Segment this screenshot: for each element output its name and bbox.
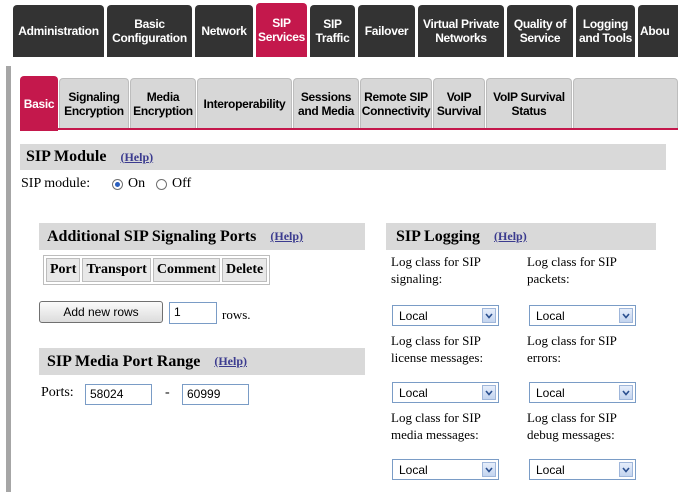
chevron-down-icon <box>619 308 633 323</box>
subtab-remote-sip-connectivity[interactable]: Remote SIP Connectivity <box>360 78 432 128</box>
nav-tab-label: Quality of Service <box>513 17 567 45</box>
subtab-media-encryption[interactable]: Media Encryption <box>130 78 196 128</box>
errors-log-class-select[interactable]: Local <box>529 382 636 403</box>
nav-tab-label: Logging and Tools <box>578 17 633 45</box>
table-header-row: Port Transport Comment Delete <box>46 258 268 282</box>
debug-log-class-label: Log class for SIP debug messages: <box>527 410 617 442</box>
nav-tab-label: Virtual Private Networks <box>423 17 499 45</box>
sip-module-help-link[interactable]: (Help) <box>120 150 153 165</box>
signaling-log-class-select[interactable]: Local <box>392 305 499 326</box>
subnav-filler <box>573 78 678 128</box>
packets-log-class-select[interactable]: Local <box>529 305 636 326</box>
nav-tab-label: SIP Services <box>258 16 305 44</box>
chevron-down-icon <box>482 308 496 323</box>
nav-tab-basic-configuration[interactable]: Basic Configuration <box>107 5 192 57</box>
select-value: Local <box>536 309 565 323</box>
subtab-sessions-media[interactable]: Sessions and Media <box>293 78 359 128</box>
select-value: Local <box>399 463 428 477</box>
nav-tab-label: Administration <box>18 24 99 38</box>
column-header-delete: Delete <box>221 258 268 282</box>
nav-tab-vpn[interactable]: Virtual Private Networks <box>418 5 504 57</box>
chevron-down-icon <box>482 385 496 400</box>
select-value: Local <box>399 386 428 400</box>
nav-tab-label: Failover <box>364 24 409 38</box>
debug-log-class-select[interactable]: Local <box>529 459 636 480</box>
subtab-interoperability[interactable]: Interoperability <box>197 78 292 128</box>
chevron-down-icon <box>619 385 633 400</box>
main-navigation: Administration Basic Configuration Netwo… <box>0 0 678 66</box>
media-port-start-input[interactable]: 58024 <box>85 384 152 405</box>
errors-log-class-label: Log class for SIP errors: <box>527 333 617 365</box>
select-value: Local <box>536 386 565 400</box>
nav-tab-sip-traffic[interactable]: SIP Traffic <box>310 5 355 57</box>
sip-module-label: SIP module: <box>21 176 91 191</box>
subtab-signaling-encryption[interactable]: Signaling Encryption <box>59 78 129 128</box>
nav-tab-label: Basic Configuration <box>112 17 187 45</box>
license-log-class-label: Log class for SIP license messages: <box>391 333 484 365</box>
media-port-range-title: SIP Media Port Range <box>47 352 201 370</box>
chevron-down-icon <box>482 462 496 477</box>
chevron-down-icon <box>619 462 633 477</box>
nav-tab-failover[interactable]: Failover <box>358 5 415 57</box>
nav-tab-sip-services[interactable]: SIP Services <box>256 3 307 57</box>
media-port-end-input[interactable]: 60999 <box>182 384 249 405</box>
subtab-label: VoIP Survival Status <box>493 89 565 118</box>
nav-tab-quality-of-service[interactable]: Quality of Service <box>507 5 573 57</box>
rows-suffix-label: rows. <box>222 307 251 322</box>
nav-tab-label: SIP Traffic <box>315 17 350 45</box>
subtab-label: Media Encryption <box>133 89 193 118</box>
select-value: Local <box>399 309 428 323</box>
sip-module-title: SIP Module <box>26 148 107 165</box>
nav-tab-administration[interactable]: Administration <box>13 5 104 57</box>
nav-tab-label: Network <box>201 24 247 38</box>
port-range-separator: - <box>165 385 170 400</box>
signaling-ports-title: Additional SIP Signaling Ports <box>47 227 257 245</box>
media-log-class-label: Log class for SIP media messages: <box>391 410 481 442</box>
subtab-label: Sessions and Media <box>298 89 354 118</box>
sip-module-off-label: Off <box>172 176 192 191</box>
select-value: Local <box>536 463 565 477</box>
packets-log-class-label: Log class for SIP packets: <box>527 254 617 286</box>
subtab-label: Remote SIP Connectivity <box>361 89 431 118</box>
sip-module-header: SIP Module (Help) <box>20 144 666 170</box>
subtab-voip-survival[interactable]: VoIP Survival <box>433 78 485 128</box>
nav-tab-logging-tools[interactable]: Logging and Tools <box>576 5 635 57</box>
sub-navigation: Basic Signaling Encryption Media Encrypt… <box>20 72 678 131</box>
signaling-log-class-label: Log class for SIP signaling: <box>391 254 481 286</box>
subtab-label: Interoperability <box>203 96 286 111</box>
column-header-comment: Comment <box>152 258 220 282</box>
sip-logging-help-link[interactable]: (Help) <box>494 229 527 244</box>
media-port-range-help-link[interactable]: (Help) <box>214 354 247 369</box>
subtab-voip-survival-status[interactable]: VoIP Survival Status <box>486 78 572 128</box>
sip-module-on-radio[interactable] <box>112 179 123 190</box>
sip-module-off-radio[interactable] <box>156 179 167 190</box>
subtab-basic[interactable]: Basic <box>20 76 58 131</box>
media-port-range-header: SIP Media Port Range (Help) <box>39 348 365 375</box>
nav-tab-about[interactable]: Abou <box>638 5 678 57</box>
column-header-port: Port <box>46 258 81 282</box>
subtab-label: VoIP Survival <box>436 89 482 118</box>
signaling-ports-help-link[interactable]: (Help) <box>270 229 303 244</box>
media-log-class-select[interactable]: Local <box>392 459 499 480</box>
sip-logging-header: SIP Logging (Help) <box>386 223 656 250</box>
license-log-class-select[interactable]: Local <box>392 382 499 403</box>
sip-logging-title: SIP Logging <box>396 227 481 245</box>
rows-count-input[interactable]: 1 <box>169 302 217 324</box>
add-new-rows-button[interactable]: Add new rows <box>39 301 163 323</box>
column-header-transport: Transport <box>82 258 151 282</box>
nav-tab-label: Abou <box>640 24 670 38</box>
sip-module-on-label: On <box>128 176 146 191</box>
signaling-ports-header: Additional SIP Signaling Ports (Help) <box>39 223 365 250</box>
subtab-label: Basic <box>23 97 55 111</box>
ports-label: Ports: <box>41 385 74 400</box>
nav-tab-network[interactable]: Network <box>195 5 253 57</box>
subnav-underline <box>20 128 678 130</box>
left-border <box>6 66 11 492</box>
subtab-label: Signaling Encryption <box>64 89 124 118</box>
signaling-ports-table: Port Transport Comment Delete <box>43 255 271 285</box>
